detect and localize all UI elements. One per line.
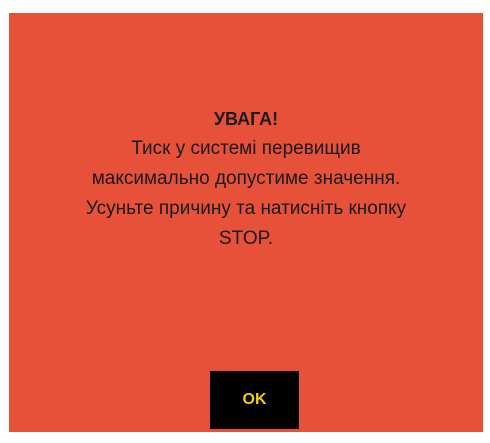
message-line: Усуньте причину та натисніть кнопку <box>85 198 407 219</box>
message-line: Тиск у системі перевищив <box>131 138 361 159</box>
message-line: максимально допустиме значення. <box>91 168 401 189</box>
screen: УВАГА! Тиск у системі перевищив максимал… <box>0 0 490 443</box>
message-line: STOP. <box>218 228 274 249</box>
alert-dialog: УВАГА! Тиск у системі перевищив максимал… <box>9 13 483 432</box>
ok-button[interactable]: OK <box>210 371 299 429</box>
alert-title: УВАГА! <box>213 109 279 129</box>
alert-message: УВАГА! Тиск у системі перевищив максимал… <box>9 104 483 254</box>
